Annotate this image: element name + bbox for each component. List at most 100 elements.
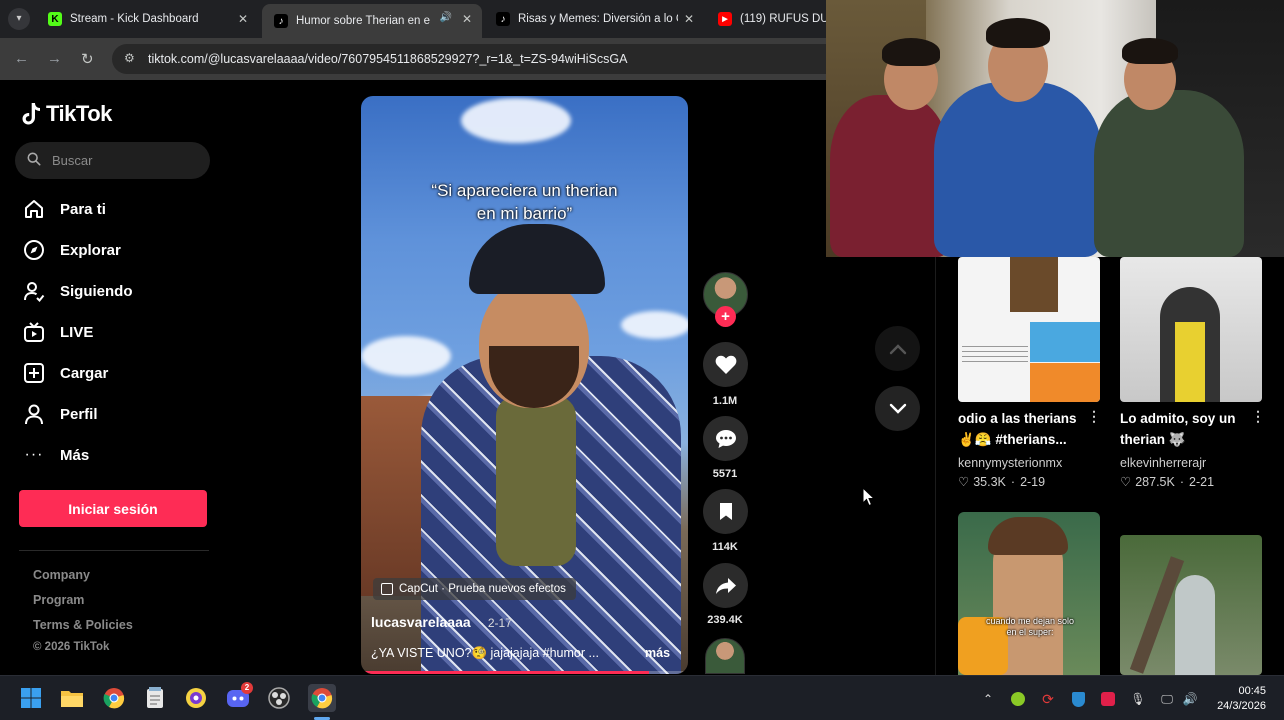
previous-video-button[interactable]	[875, 326, 920, 371]
like-button[interactable]	[703, 342, 748, 387]
comment-icon	[715, 429, 736, 448]
effect-label: CapCut · Prueba nuevos efectos	[399, 583, 566, 595]
close-tab-icon[interactable]: ✕	[684, 12, 694, 26]
tray-app-green-icon[interactable]	[1009, 690, 1027, 708]
nav-explorar[interactable]: Explorar	[22, 236, 121, 264]
footer-link-program[interactable]: Program	[33, 593, 84, 607]
nav-siguiendo[interactable]: Siguiendo	[22, 277, 133, 305]
comment-count: 5571	[712, 468, 738, 480]
search-box[interactable]	[15, 142, 210, 179]
clock-date: 24/3/2026	[1217, 700, 1266, 712]
related-username[interactable]: kennymysterionmx	[958, 456, 1062, 470]
login-button[interactable]: Iniciar sesión	[19, 490, 207, 527]
browser-tab-bar: ▾ K Stream - Kick Dashboard ✕ ♪ Humor so…	[0, 0, 826, 38]
tab-kick-dashboard[interactable]: K Stream - Kick Dashboard ✕	[36, 4, 258, 34]
nav-label: Perfil	[60, 405, 98, 423]
tab-search-chevron-icon[interactable]: ▾	[8, 8, 30, 30]
tab-risas-memes[interactable]: ♪ Risas y Memes: Diversión a lo G ✕	[484, 4, 704, 34]
tab-title: Humor sobre Therian en el	[296, 15, 430, 27]
tab-humor-therian[interactable]: ♪ Humor sobre Therian en el 🔊 ✕	[262, 4, 482, 38]
network-monitor-icon[interactable]: 🖵	[1158, 690, 1176, 708]
bookmark-icon	[719, 503, 732, 520]
related-title[interactable]: Lo admito, soy un therian 🐺	[1120, 408, 1250, 450]
save-count: 114K	[712, 541, 738, 553]
video-progress-fill	[361, 671, 649, 674]
address-bar[interactable]: ⚙ tiktok.com/@lucasvarelaaaa/video/76079…	[112, 44, 826, 74]
obs-icon[interactable]	[184, 686, 208, 710]
close-tab-icon[interactable]: ✕	[238, 12, 248, 26]
chrome-icon[interactable]	[102, 686, 126, 710]
related-username[interactable]: elkevinherrerajr	[1120, 456, 1206, 470]
nav-live[interactable]: LIVE	[22, 318, 93, 346]
nav-label: LIVE	[60, 323, 94, 341]
windows-taskbar: 2 ⌃ ⟳ 🎙 🖵 🔊 00:45 24/3/2026	[0, 675, 1284, 720]
author-username[interactable]: lucasvarelaaaa	[371, 614, 471, 630]
next-video-button[interactable]	[875, 386, 920, 431]
panel-divider	[935, 257, 936, 675]
url-text: tiktok.com/@lucasvarelaaaa/video/7607954…	[148, 52, 628, 66]
thumb-overlay-text: cuando me dejan solo en el super:	[985, 616, 1075, 637]
nav-mas[interactable]: ··· Más	[22, 441, 90, 469]
follow-plus-button[interactable]: +	[715, 306, 736, 327]
video-player[interactable]: “Si apareciera un therian en mi barrio” …	[361, 96, 688, 674]
tray-security-shield-icon[interactable]	[1069, 690, 1087, 708]
forward-arrow-icon[interactable]: →	[47, 50, 62, 67]
system-clock[interactable]: 00:45 24/3/2026	[1217, 684, 1266, 714]
speaker-icon[interactable]: 🔊	[440, 12, 452, 23]
related-thumb-3[interactable]: cuando me dejan solo en el super:	[958, 512, 1100, 675]
related-title[interactable]: odio a las therians ✌️😤 #therians...	[958, 408, 1088, 450]
caption-line: “Si apareciera un therian	[431, 181, 618, 200]
nav-para-ti[interactable]: Para ti	[22, 195, 106, 223]
nav-cargar[interactable]: Cargar	[22, 359, 108, 387]
video-progress-bar[interactable]	[361, 671, 688, 674]
nav-perfil[interactable]: Perfil	[22, 400, 98, 428]
microphone-icon[interactable]: 🎙	[1129, 690, 1147, 708]
site-settings-icon[interactable]: ⚙	[124, 51, 135, 65]
video-person-tank	[496, 396, 576, 566]
back-arrow-icon[interactable]: ←	[14, 50, 29, 67]
more-options-icon[interactable]: ⋮	[1087, 408, 1101, 425]
thumb-text-block	[962, 342, 1028, 362]
discord-icon[interactable]: 2	[226, 682, 253, 710]
webcam-hair-right	[1122, 38, 1178, 64]
related-thumb-1[interactable]	[958, 257, 1100, 402]
more-options-icon[interactable]: ⋮	[1251, 408, 1265, 425]
related-likes: 287.5K	[1135, 474, 1175, 489]
share-count: 239.4K	[707, 614, 743, 626]
volume-icon[interactable]: 🔊	[1181, 690, 1199, 708]
video-description: ¿YA VISTE UNO?🧐 jajajajaja #humor ...	[371, 646, 599, 660]
search-icon	[27, 152, 41, 166]
nav-label: Explorar	[60, 241, 121, 259]
music-disc-avatar[interactable]	[705, 638, 745, 674]
profile-icon	[22, 402, 46, 426]
windows-start-icon[interactable]	[19, 686, 43, 710]
related-thumb-4[interactable]	[1120, 535, 1262, 675]
tiktok-wordmark: TikTok	[46, 101, 112, 126]
share-button[interactable]	[703, 563, 748, 608]
file-explorer-icon[interactable]	[60, 686, 84, 710]
close-tab-icon[interactable]: ✕	[462, 12, 472, 26]
footer-link-terms[interactable]: Terms & Policies	[33, 618, 133, 632]
more-link[interactable]: más	[645, 646, 670, 660]
related-date: 2-21	[1189, 474, 1215, 489]
save-button[interactable]	[703, 489, 748, 534]
comment-button[interactable]	[703, 416, 748, 461]
tray-sync-icon[interactable]: ⟳	[1039, 690, 1057, 708]
tab-title: Risas y Memes: Diversión a lo G	[518, 13, 678, 25]
tiktok-note-icon	[22, 103, 40, 125]
related-stats: ♡ 35.3K · 2-19	[958, 474, 1045, 490]
footer-link-company[interactable]: Company	[33, 568, 90, 582]
chrome-active-icon[interactable]	[308, 684, 336, 712]
post-date: · 2-17	[480, 616, 512, 630]
video-author[interactable]: lucasvarelaaaa · 2-17	[371, 614, 512, 630]
capcut-effect-badge[interactable]: CapCut · Prueba nuevos efectos	[373, 578, 576, 600]
reload-icon[interactable]: ↻	[81, 50, 94, 68]
tab-youtube-rufus[interactable]: ▶ (119) RÜFÜS DU S	[706, 4, 826, 34]
related-thumb-2[interactable]	[1120, 257, 1262, 402]
tiktok-logo[interactable]: TikTok	[22, 101, 112, 127]
obs-studio-icon[interactable]	[267, 686, 291, 710]
tray-app-red-icon[interactable]	[1099, 690, 1117, 708]
search-input[interactable]	[52, 150, 202, 170]
notepad-icon[interactable]	[143, 686, 167, 710]
tray-overflow-chevron-icon[interactable]: ⌃	[979, 690, 997, 708]
